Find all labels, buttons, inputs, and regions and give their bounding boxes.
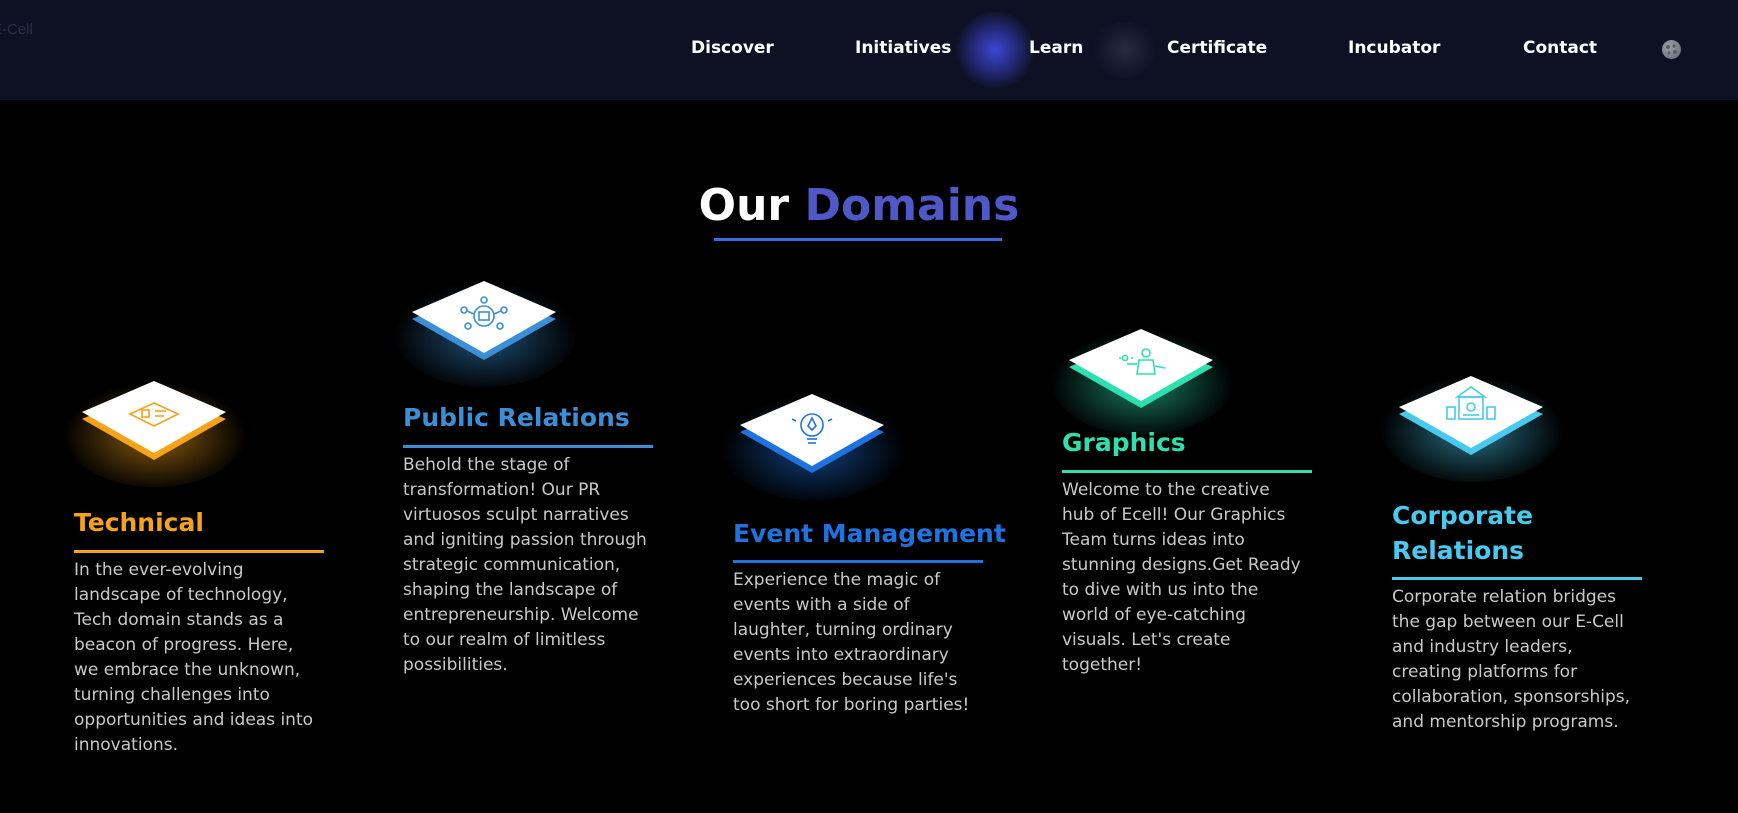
nav-item-incubator[interactable]: Incubator xyxy=(1348,38,1440,58)
section-title-underline xyxy=(714,238,1002,241)
nav-glow-secondary xyxy=(1090,22,1160,78)
domain-description: In the ever-evolving landscape of techno… xyxy=(74,560,314,755)
domain-title-rule xyxy=(733,560,983,563)
domain-description: Welcome to the creative hub of Ecell! Ou… xyxy=(1062,480,1301,675)
nav-item-contact[interactable]: Contact xyxy=(1523,38,1597,58)
domain-description: Corporate relation bridges the gap betwe… xyxy=(1392,587,1631,732)
domain-title: Event Management xyxy=(733,519,1006,548)
building-icon xyxy=(1380,372,1564,482)
logo[interactable]: E-Cell o xyxy=(0,18,33,66)
domain-title: Graphics xyxy=(1062,428,1186,457)
id-card-icon xyxy=(63,377,247,487)
lightbulb-rocket-icon xyxy=(721,390,905,500)
domain-title: Public Relations xyxy=(403,403,630,432)
nav-item-discover[interactable]: Discover xyxy=(691,38,774,58)
domain-title-rule xyxy=(403,445,653,448)
nav-hover-glow xyxy=(955,12,1035,88)
section-title-main: Our xyxy=(698,180,790,231)
logo-line-2: o xyxy=(0,42,33,66)
globe-icon[interactable] xyxy=(1662,40,1681,59)
domain-title: Corporate Relations xyxy=(1392,501,1534,565)
domain-description: Experience the magic of events with a si… xyxy=(733,570,970,715)
domain-title-rule xyxy=(1392,577,1642,580)
nav-item-initiatives[interactable]: Initiatives xyxy=(855,38,951,58)
domain-description: Behold the stage of transformation! Our … xyxy=(403,455,647,675)
nav-item-learn[interactable]: Learn xyxy=(1029,38,1083,58)
designer-icon xyxy=(1050,325,1234,435)
navbar: E-Cell o Discover Initiatives Learn Cert… xyxy=(0,0,1738,100)
domain-title-rule xyxy=(1062,470,1312,473)
nav-item-certificate[interactable]: Certificate xyxy=(1167,38,1267,58)
network-icon xyxy=(393,277,577,387)
section-title-accent: Domains xyxy=(804,180,1020,231)
domain-title: Technical xyxy=(74,508,204,537)
domain-title-rule xyxy=(74,550,324,553)
logo-line-1: E-Cell xyxy=(0,21,33,38)
section-title: Our Domains xyxy=(0,180,1718,231)
